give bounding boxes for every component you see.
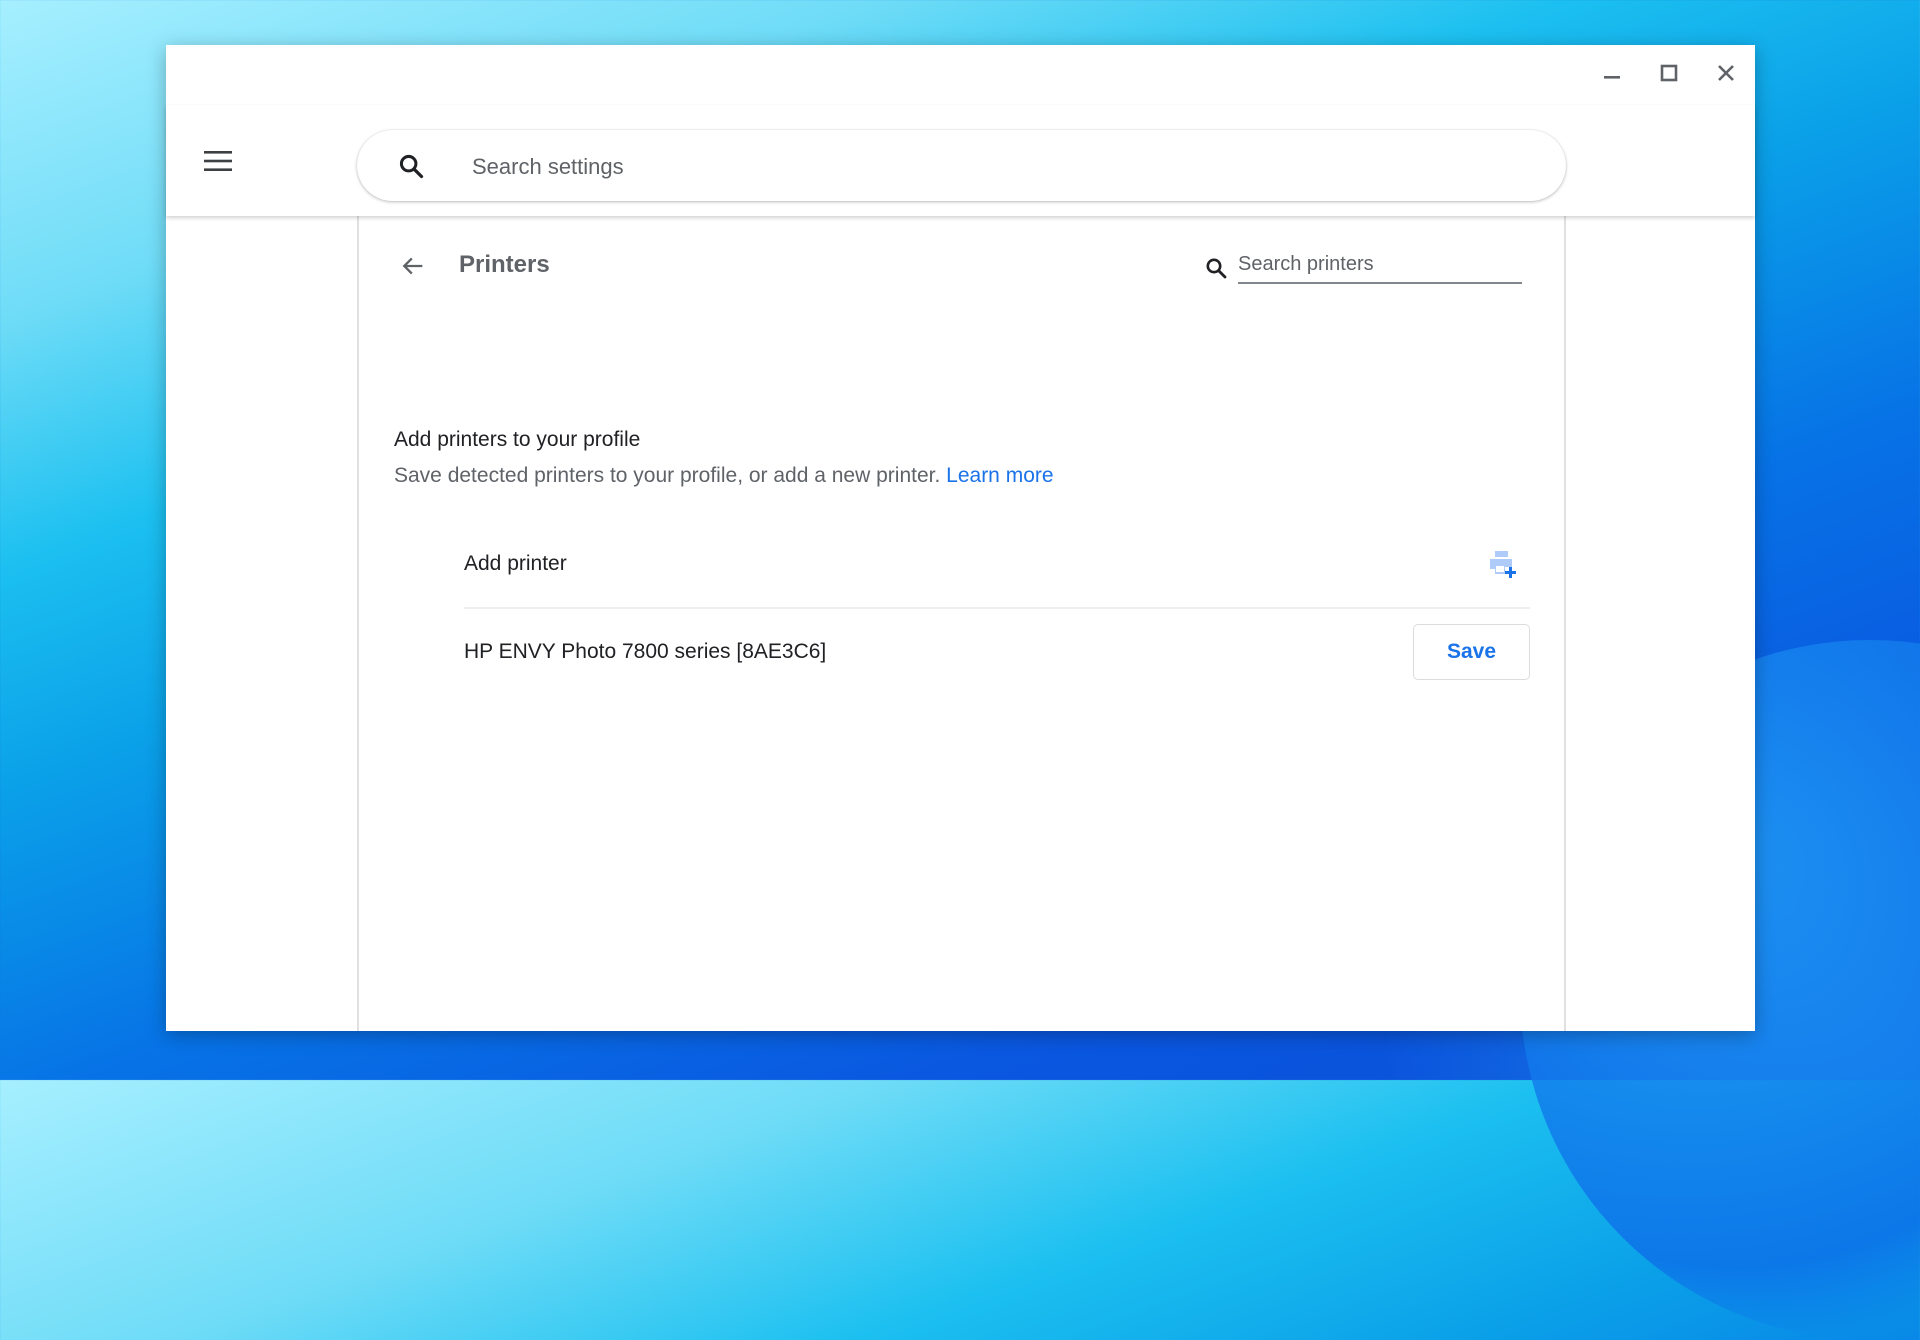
main-menu-button[interactable] (200, 143, 236, 179)
subpage-header: Printers (359, 216, 1564, 311)
detected-printer-row: HP ENVY Photo 7800 series [8AE3C6] Save (464, 609, 1530, 695)
maximize-icon (1660, 64, 1678, 82)
printers-list: Add printer HP ENVY Photo 7800 series [8… (464, 521, 1530, 695)
main-content: Printers Add printers to your profile Sa… (166, 216, 1755, 1031)
search-printers-input[interactable] (1238, 246, 1522, 284)
minimize-button[interactable] (1594, 55, 1630, 91)
add-printer-icon (1490, 551, 1516, 578)
settings-header (166, 105, 1755, 216)
search-settings-input[interactable] (470, 146, 1524, 188)
printers-page-card: Printers Add printers to your profile Sa… (357, 216, 1566, 1031)
arrow-back-icon (402, 257, 423, 275)
section-title: Add printers to your profile (394, 428, 641, 451)
settings-window: Printers Add printers to your profile Sa… (166, 45, 1755, 1031)
back-button[interactable] (393, 246, 433, 286)
save-printer-button[interactable]: Save (1413, 624, 1530, 680)
search-icon (1206, 258, 1227, 279)
page-title: Printers (459, 251, 550, 278)
learn-more-link[interactable]: Learn more (946, 464, 1053, 487)
section-description-text: Save detected printers to your profile, … (394, 464, 941, 487)
hamburger-menu-icon (204, 151, 232, 171)
maximize-button[interactable] (1651, 55, 1687, 91)
add-printer-row[interactable]: Add printer (464, 521, 1530, 609)
title-bar (166, 45, 1755, 105)
search-settings-field[interactable] (357, 130, 1566, 201)
search-icon (399, 154, 424, 179)
add-printer-label: Add printer (464, 552, 567, 575)
close-icon (1718, 65, 1734, 81)
printer-name: HP ENVY Photo 7800 series [8AE3C6] (464, 640, 827, 663)
section-description: Save detected printers to your profile, … (394, 464, 1054, 488)
close-button[interactable] (1708, 55, 1744, 91)
search-printers-field[interactable] (1204, 244, 1534, 288)
minimize-icon (1604, 76, 1620, 79)
add-printer-button[interactable] (1484, 545, 1522, 583)
